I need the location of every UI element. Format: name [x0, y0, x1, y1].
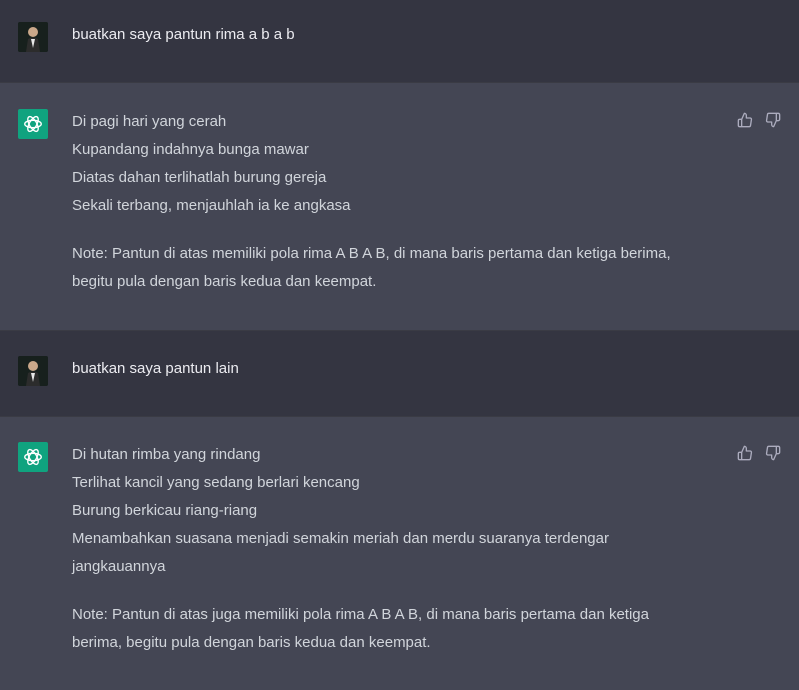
pantun-line: Di hutan rimba yang rindang	[72, 446, 261, 463]
user-avatar	[18, 356, 48, 386]
user-message: buatkan saya pantun lain	[0, 331, 799, 417]
thumbs-down-icon[interactable]	[765, 445, 781, 461]
note-line: Note: Pantun di atas juga memiliki pola …	[72, 606, 649, 623]
note-line: berima, begitu pula dengan baris kedua d…	[72, 634, 431, 651]
assistant-message: Di pagi hari yang cerah Kupandang indahn…	[0, 83, 799, 331]
note-line: Note: Pantun di atas memiliki pola rima …	[72, 245, 671, 262]
pantun-line: Kupandang indahnya bunga mawar	[72, 141, 309, 158]
thumbs-up-icon[interactable]	[737, 445, 753, 461]
user-message-text: buatkan saya pantun lain	[72, 360, 239, 377]
note-line: begitu pula dengan baris kedua dan keemp…	[72, 273, 377, 290]
feedback-buttons	[737, 112, 781, 128]
feedback-buttons	[737, 445, 781, 461]
user-message: buatkan saya pantun rima a b a b	[0, 0, 799, 83]
thumbs-down-icon[interactable]	[765, 112, 781, 128]
pantun-line: Diatas dahan terlihatlah burung gereja	[72, 169, 327, 186]
pantun-line: Sekali terbang, menjauhlah ia ke angkasa	[72, 197, 351, 214]
pantun-line: Burung berkicau riang-riang	[72, 502, 258, 519]
pantun-line: Menambahkan suasana menjadi semakin meri…	[72, 530, 609, 547]
openai-logo-icon	[18, 442, 48, 472]
openai-logo-icon	[18, 109, 48, 139]
assistant-message-content: Di hutan rimba yang rindang Terlihat kan…	[72, 441, 722, 657]
pantun-line: Terlihat kancil yang sedang berlari kenc…	[72, 474, 360, 491]
user-message-text: buatkan saya pantun rima a b a b	[72, 26, 295, 43]
user-avatar	[18, 22, 48, 52]
thumbs-up-icon[interactable]	[737, 112, 753, 128]
pantun-line: jangkauannya	[72, 558, 166, 575]
assistant-message-content: Di pagi hari yang cerah Kupandang indahn…	[72, 108, 722, 296]
assistant-message: Di hutan rimba yang rindang Terlihat kan…	[0, 417, 799, 690]
pantun-line: Di pagi hari yang cerah	[72, 113, 227, 130]
